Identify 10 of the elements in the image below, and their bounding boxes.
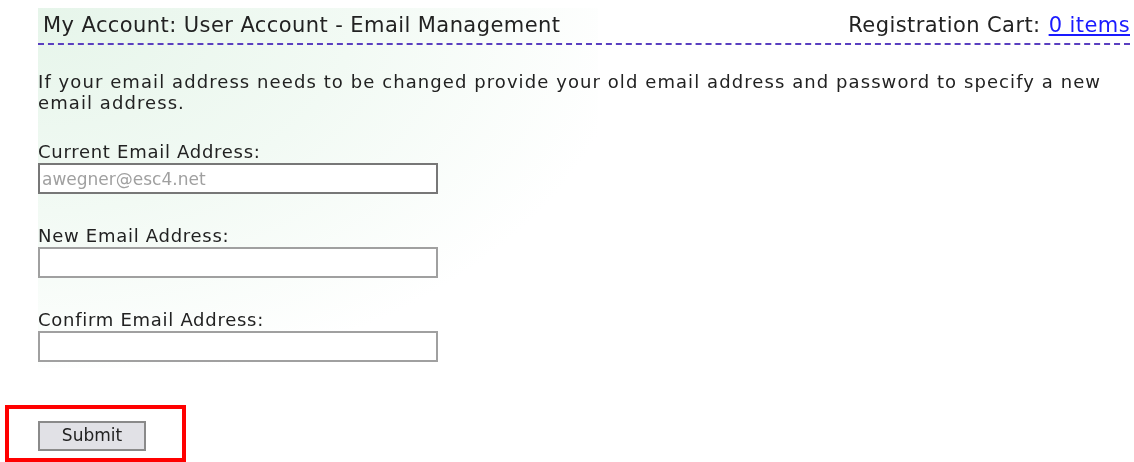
field-label: Current Email Address: <box>38 141 262 163</box>
email-field[interactable] <box>38 331 438 362</box>
email-field[interactable] <box>38 247 438 278</box>
cart-label: Registration Cart: <box>848 12 1041 39</box>
field-label: Confirm Email Address: <box>38 309 265 331</box>
page-title: My Account: User Account - Email Management <box>43 12 561 39</box>
submit-button[interactable]: Submit <box>38 421 146 451</box>
cart-link[interactable]: 0 items <box>1048 12 1130 39</box>
intro-text: If your email address needs to be changed provide your old email address and password to specify a new email address. <box>38 71 1103 113</box>
field-label: New Email Address: <box>38 225 231 247</box>
